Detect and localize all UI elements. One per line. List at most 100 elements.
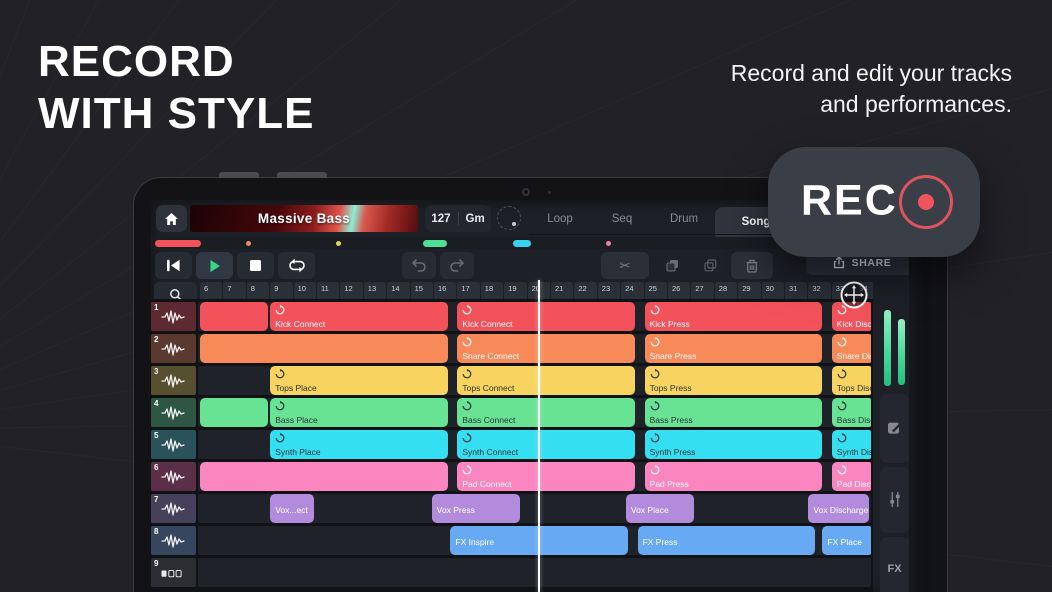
track-lane-9[interactable] xyxy=(198,558,871,587)
clip-pad-discharge[interactable]: Pad Discharge xyxy=(832,462,871,491)
clip-label: Kick Connect xyxy=(462,319,512,329)
clip-kick-unlabeled[interactable] xyxy=(200,302,268,331)
cut-button[interactable]: ✂ xyxy=(601,252,649,279)
track-header-4[interactable]: 4 xyxy=(151,398,196,427)
loop-mode-icon xyxy=(288,258,306,273)
redo-icon xyxy=(449,259,465,272)
play-button[interactable] xyxy=(196,252,233,279)
clip-vox-press[interactable]: Vox Press xyxy=(432,494,521,523)
timeline-bar-label: 14 xyxy=(387,282,409,293)
timeline-bar-label: 27 xyxy=(691,282,713,293)
track-lane-8[interactable]: FX InspireFX PressFX Place xyxy=(198,526,871,555)
clip-bass-discharge[interactable]: Bass Discharge xyxy=(832,398,871,427)
clip-pad-connect[interactable]: Pad Connect xyxy=(457,462,635,491)
mixer-panel-button[interactable] xyxy=(880,467,909,533)
stop-button[interactable] xyxy=(237,252,274,279)
fx-panel-label: FX xyxy=(887,563,901,575)
clip-fx-place[interactable]: FX Place xyxy=(822,526,871,555)
skip-to-start-button[interactable] xyxy=(155,252,192,279)
track-lane-4[interactable]: Bass Place Bass Connect Bass Press Bass Dis… xyxy=(198,398,871,427)
clip-kick-connect[interactable]: Kick Connect xyxy=(270,302,448,331)
clip-bass-unlabeled[interactable] xyxy=(200,398,268,427)
clip-synth-press[interactable]: Synth Press xyxy=(645,430,823,459)
tab-seq[interactable]: Seq xyxy=(591,213,653,225)
clip-kick-connect[interactable]: Kick Connect xyxy=(457,302,635,331)
fx-panel-button[interactable]: FX xyxy=(880,537,909,592)
clip-bass-press[interactable]: Bass Press xyxy=(645,398,823,427)
clip-snare-press[interactable]: Snare Press xyxy=(645,334,823,363)
clip-pad-unlabeled[interactable] xyxy=(200,462,448,491)
timeline-bar-label: 29 xyxy=(738,282,760,293)
clip-vox-place[interactable]: Vox Place xyxy=(626,494,694,523)
clip-snare-discharge[interactable]: Snare Discharge xyxy=(832,334,871,363)
track-number: 5 xyxy=(154,431,158,440)
playhead[interactable] xyxy=(538,280,540,592)
clip-bass-place[interactable]: Bass Place xyxy=(270,398,448,427)
move-tool-icon[interactable] xyxy=(839,280,869,310)
clip-synth-discharge[interactable]: Synth Discharge xyxy=(832,430,871,459)
paste-button[interactable] xyxy=(657,252,687,279)
waveform-icon xyxy=(161,341,185,362)
clip-tops-connect[interactable]: Tops Connect xyxy=(457,366,635,395)
clip-tops-discharge[interactable]: Tops Discharge xyxy=(832,366,871,395)
master-knob[interactable] xyxy=(497,206,521,230)
clip-kick-press[interactable]: Kick Press xyxy=(645,302,823,331)
tempo-key-pill[interactable]: 127 Gm xyxy=(425,205,491,232)
clip-tops-place[interactable]: Tops Place xyxy=(270,366,448,395)
track-row-7: 7 Vox...ect Vox Press Vox Place Vox Discharg… xyxy=(151,494,873,523)
undo-icon xyxy=(411,259,427,272)
loop-icon xyxy=(462,401,472,411)
redo-button[interactable] xyxy=(440,252,474,279)
clip-pad-press[interactable]: Pad Press xyxy=(645,462,823,491)
delete-button[interactable] xyxy=(731,252,773,279)
scene-indicator-4 xyxy=(423,240,447,247)
loop-mode-button[interactable] xyxy=(278,252,315,279)
home-button[interactable] xyxy=(156,205,187,232)
timeline-bar-label: 13 xyxy=(364,282,386,293)
edit-panel-button[interactable] xyxy=(880,394,909,463)
track-lane-1[interactable]: Kick ConnectKick ConnectKick PressKick D… xyxy=(198,302,871,331)
clip-vox-ect[interactable]: Vox...ect xyxy=(270,494,314,523)
clip-bass-connect[interactable]: Bass Connect xyxy=(457,398,635,427)
tablet-sensor xyxy=(548,191,551,194)
loop-icon xyxy=(837,465,847,475)
track-header-9[interactable]: 9 xyxy=(151,558,196,587)
clip-label: Pad Press xyxy=(650,479,689,489)
track-header-6[interactable]: 6 xyxy=(151,462,196,491)
clip-label: Synth Press xyxy=(650,447,696,457)
clip-synth-place[interactable]: Synth Place xyxy=(270,430,448,459)
track-lane-7[interactable]: Vox...ect Vox Press Vox Place Vox Discharge xyxy=(198,494,871,523)
track-lane-3[interactable]: Tops Place Tops Connect Tops Press Tops Dis… xyxy=(198,366,871,395)
timeline-bar-label: 24 xyxy=(621,282,643,293)
clip-synth-connect[interactable]: Synth Connect xyxy=(457,430,635,459)
loop-icon xyxy=(462,465,472,475)
tab-drum[interactable]: Drum xyxy=(653,213,715,225)
clip-snare-connect[interactable]: Snare Connect xyxy=(457,334,635,363)
copy-button[interactable] xyxy=(695,252,725,279)
track-lane-6[interactable]: Pad Connect Pad Press Pad Discharge xyxy=(198,462,871,491)
track-header-8[interactable]: 8 xyxy=(151,526,196,555)
tab-loop[interactable]: Loop xyxy=(529,213,591,225)
tablet-volume-button-2 xyxy=(277,172,327,178)
track-row-4: 4 Bass Place Bass Connect Bass Press Bass Di… xyxy=(151,398,873,427)
track-header-2[interactable]: 2 xyxy=(151,334,196,363)
track-header-7[interactable]: 7 xyxy=(151,494,196,523)
undo-button[interactable] xyxy=(402,252,436,279)
clip-label: Tops Discharge xyxy=(837,383,871,393)
timeline-bar-label: 31 xyxy=(785,282,807,293)
track-header-3[interactable]: 3 xyxy=(151,366,196,395)
track-header-1[interactable]: 1 xyxy=(151,302,196,331)
clip-snare-unlabeled[interactable] xyxy=(200,334,448,363)
timeline-bar-label: 23 xyxy=(598,282,620,293)
clip-tops-press[interactable]: Tops Press xyxy=(645,366,823,395)
rec-overlay-pill[interactable]: REC xyxy=(768,147,980,257)
tempo-value: 127 xyxy=(431,213,450,225)
edit-icon xyxy=(887,420,902,435)
track-header-5[interactable]: 5 xyxy=(151,430,196,459)
song-artwork-banner[interactable]: Massive Bass xyxy=(190,205,418,232)
clip-vox-discharge[interactable]: Vox Discharge xyxy=(808,494,869,523)
clip-fx-press[interactable]: FX Press xyxy=(638,526,816,555)
track-lane-2[interactable]: Snare Connect Snare Press Snare Discharge xyxy=(198,334,871,363)
track-lane-5[interactable]: Synth Place Synth Connect Synth Press Synth… xyxy=(198,430,871,459)
timeline-bar-label: 6 xyxy=(200,282,222,293)
